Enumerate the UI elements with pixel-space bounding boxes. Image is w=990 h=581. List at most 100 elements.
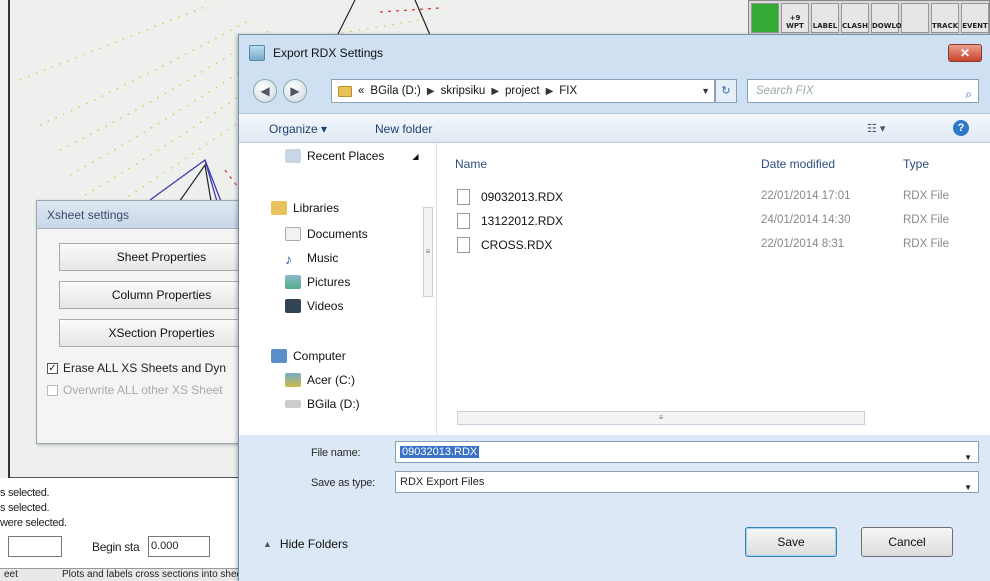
dialog-title: Export RDX Settings — [273, 46, 384, 60]
cancel-button[interactable]: Cancel — [861, 527, 953, 557]
column-date[interactable]: Date modified — [761, 157, 835, 171]
nav-label: Documents — [307, 227, 368, 241]
horizontal-scrollbar[interactable]: ≡ — [457, 411, 865, 425]
waypoint-button[interactable]: +9 WPT — [781, 3, 809, 33]
chevron-down-icon[interactable]: ▼ — [701, 86, 710, 96]
breadcrumb-item[interactable]: BGila (D:) — [370, 85, 420, 97]
navigation-pane: Recent Places ◢ Libraries Documents ♪ Mu… — [239, 143, 437, 435]
videos-icon — [285, 299, 301, 313]
file-name-value: 09032013.RDX — [400, 446, 480, 458]
help-icon[interactable]: ? — [953, 120, 969, 136]
file-date: 22/01/2014 8:31 — [761, 238, 845, 250]
nav-scrollbar[interactable]: ≡ — [423, 207, 433, 297]
file-row[interactable]: 09032013.RDX 22/01/2014 17:01 RDX File — [457, 187, 977, 209]
chevron-right-icon: ▶ — [491, 85, 500, 97]
nav-label: Computer — [293, 349, 346, 363]
checkmark-icon: ✓ — [47, 362, 58, 374]
nav-drive-d[interactable]: BGila (D:) — [285, 397, 360, 411]
address-row: ◀ ▶ « BGila (D:) ▶ skripsiku ▶ project ▶… — [239, 75, 990, 109]
save-type-select[interactable]: RDX Export Files ▼ — [395, 471, 979, 493]
nav-computer[interactable]: Computer — [271, 349, 346, 363]
folder-icon — [338, 85, 352, 97]
pictures-icon — [285, 275, 301, 289]
file-type: RDX File — [903, 190, 950, 202]
column-type[interactable]: Type — [903, 157, 929, 171]
save-button[interactable]: Save — [745, 527, 837, 557]
column-name[interactable]: Name — [455, 157, 487, 171]
forward-button[interactable]: ▶ — [283, 79, 307, 103]
chevron-down-icon[interactable]: ▼ — [964, 448, 972, 468]
drive-d-icon — [285, 400, 301, 408]
file-row[interactable]: CROSS.RDX 22/01/2014 8:31 RDX File — [457, 235, 977, 257]
column-properties-button[interactable]: Column Properties — [59, 281, 263, 309]
clash-button[interactable]: CLASH — [841, 3, 869, 33]
pin-icon: ◢ — [412, 151, 419, 161]
refresh-icon[interactable]: ↻ — [715, 79, 737, 103]
back-button[interactable]: ◀ — [253, 79, 277, 103]
nav-videos[interactable]: Videos — [285, 299, 343, 313]
computer-icon — [271, 349, 287, 363]
hide-folders-toggle[interactable]: ▲ Hide Folders — [263, 537, 348, 551]
nav-pictures[interactable]: Pictures — [285, 275, 350, 289]
file-name: 09032013.RDX — [481, 190, 564, 204]
xsheet-settings-dialog: Xsheet settings Sheet Properties Column … — [36, 200, 263, 444]
command-bar: Organize ▾ New folder ☷ ▾ ? — [239, 113, 990, 143]
close-button[interactable]: ✕ — [948, 44, 982, 62]
nav-label: Acer (C:) — [307, 373, 355, 387]
views-icon[interactable]: ☷ ▾ — [867, 122, 885, 135]
overwrite-sheets-checkbox: Overwrite ALL other XS Sheet — [47, 383, 243, 397]
nav-label: BGila (D:) — [307, 397, 360, 411]
xsection-properties-button[interactable]: XSection Properties — [59, 319, 263, 347]
breadcrumb-item[interactable]: project — [505, 85, 540, 97]
file-date: 22/01/2014 17:01 — [761, 190, 851, 202]
new-folder-button[interactable]: New folder — [375, 122, 432, 136]
nav-label: Recent Places — [307, 149, 385, 163]
command-line: s selected. — [0, 487, 50, 499]
status-left: eet — [4, 569, 18, 580]
label-button[interactable]: LABEL — [811, 3, 839, 33]
sheet-properties-button[interactable]: Sheet Properties — [59, 243, 263, 271]
save-type-label: Save as type: — [311, 477, 376, 489]
file-icon — [457, 189, 470, 205]
documents-icon — [285, 227, 301, 241]
nav-recent-places[interactable]: Recent Places ◢ — [285, 149, 419, 163]
begin-station-label: Begin sta — [92, 540, 140, 554]
track-button[interactable]: TRACK — [931, 3, 959, 33]
recent-places-icon — [285, 149, 301, 163]
breadcrumb-overflow[interactable]: « — [358, 85, 364, 97]
breadcrumb-item[interactable]: skripsiku — [441, 85, 486, 97]
chevron-right-icon: ▶ — [426, 85, 435, 97]
download-button[interactable]: DOWLOAD — [871, 3, 913, 33]
overwrite-sheets-label: Overwrite ALL other XS Sheet — [63, 383, 223, 397]
nav-label: Libraries — [293, 201, 340, 215]
command-line: were selected. — [0, 517, 67, 529]
station-input[interactable] — [8, 536, 62, 557]
nav-libraries[interactable]: Libraries — [271, 201, 339, 215]
file-list: Name Date modified Type 09032013.RDX 22/… — [437, 143, 990, 435]
chevron-down-icon[interactable]: ▼ — [964, 478, 972, 498]
cad-toolbar: +9 WPT LABEL CLASH DOWLOAD TRACK EVENT — [748, 0, 990, 36]
xsheet-title: Xsheet settings — [37, 201, 241, 229]
file-row[interactable]: 13122012.RDX 24/01/2014 14:30 RDX File — [457, 211, 977, 233]
grid-button[interactable] — [901, 3, 929, 33]
event-button[interactable]: EVENT — [961, 3, 989, 33]
checkbox-icon — [47, 384, 58, 396]
begin-station-input[interactable]: 0.000 — [148, 536, 210, 557]
file-date: 24/01/2014 14:30 — [761, 214, 851, 226]
nav-drive-c[interactable]: Acer (C:) — [285, 373, 355, 387]
music-icon: ♪ — [285, 251, 292, 267]
nav-music[interactable]: ♪ Music — [285, 251, 339, 267]
drive-c-icon — [285, 373, 301, 387]
erase-sheets-checkbox[interactable]: ✓ Erase ALL XS Sheets and Dyn — [47, 361, 243, 375]
address-bar[interactable]: « BGila (D:) ▶ skripsiku ▶ project ▶ FIX… — [331, 79, 715, 103]
nav-documents[interactable]: Documents — [285, 227, 368, 241]
breadcrumb-item[interactable]: FIX — [559, 85, 577, 97]
file-icon — [457, 237, 470, 253]
gps-icon[interactable] — [751, 3, 779, 33]
hide-folders-label: Hide Folders — [279, 537, 348, 551]
command-line: s selected. — [0, 502, 50, 514]
organize-menu[interactable]: Organize ▾ — [269, 122, 327, 136]
file-name-input[interactable]: 09032013.RDX ▼ — [395, 441, 979, 463]
search-input[interactable]: Search FIX ⌕ — [747, 79, 979, 103]
nav-label: Music — [307, 251, 339, 265]
